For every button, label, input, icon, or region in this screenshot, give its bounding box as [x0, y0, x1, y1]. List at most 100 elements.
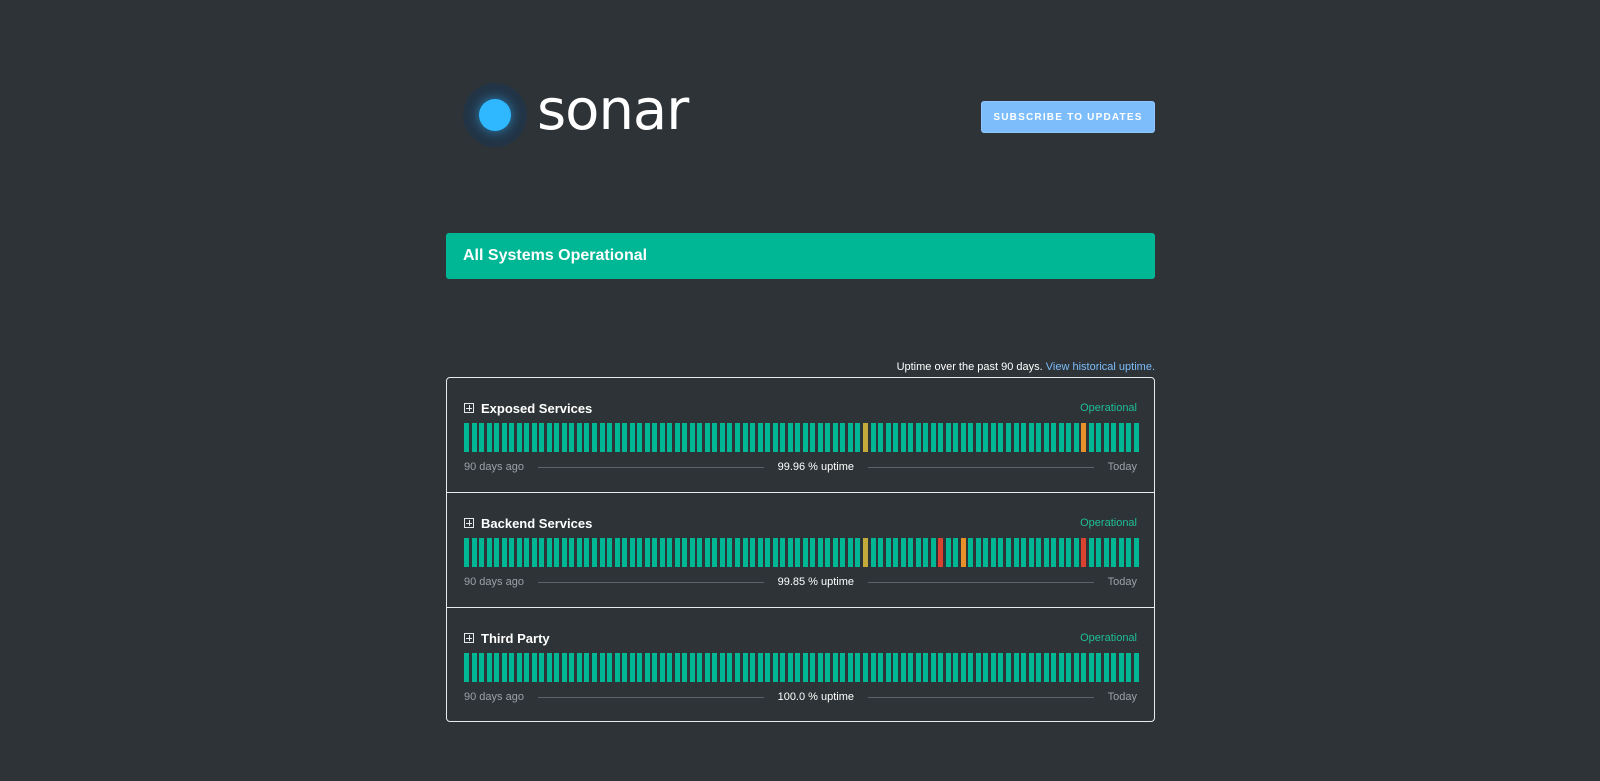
uptime-bar-day-79[interactable] — [1051, 423, 1057, 452]
uptime-bar-day-21[interactable] — [614, 538, 620, 567]
uptime-bar-day-19[interactable] — [599, 423, 605, 452]
uptime-bar-day-28[interactable] — [667, 423, 673, 452]
uptime-bar-day-17[interactable] — [584, 653, 590, 682]
uptime-bar-day-74[interactable] — [1013, 538, 1019, 567]
uptime-bar-day-71[interactable] — [990, 538, 996, 567]
uptime-bar-day-34[interactable] — [712, 423, 718, 452]
uptime-bar-day-61[interactable] — [915, 538, 921, 567]
uptime-bar-day-45[interactable] — [795, 423, 801, 452]
uptime-bar-day-75[interactable] — [1021, 423, 1027, 452]
uptime-bar-day-33[interactable] — [704, 538, 710, 567]
uptime-bar-day-39[interactable] — [750, 423, 756, 452]
uptime-bar-day-87[interactable] — [1111, 423, 1117, 452]
uptime-bar-day-77[interactable] — [1036, 423, 1042, 452]
uptime-bar-day-45[interactable] — [795, 538, 801, 567]
uptime-bar-day-66[interactable] — [953, 423, 959, 452]
uptime-bar-day-1[interactable] — [464, 423, 469, 452]
uptime-bar-day-63[interactable] — [930, 653, 936, 682]
uptime-bar-day-88[interactable] — [1118, 538, 1124, 567]
uptime-bar-day-13[interactable] — [554, 653, 560, 682]
uptime-bar-day-57[interactable] — [885, 538, 891, 567]
uptime-bar-day-69[interactable] — [975, 653, 981, 682]
uptime-bar-day-32[interactable] — [697, 538, 703, 567]
uptime-bar-day-18[interactable] — [591, 538, 597, 567]
uptime-bar-day-23[interactable] — [629, 653, 635, 682]
uptime-bar-day-5[interactable] — [494, 423, 500, 452]
uptime-bar-day-76[interactable] — [1028, 423, 1034, 452]
uptime-bar-day-70[interactable] — [983, 423, 989, 452]
uptime-bar-day-58[interactable] — [893, 653, 899, 682]
uptime-bar-day-59[interactable] — [900, 653, 906, 682]
uptime-bar-day-78[interactable] — [1043, 538, 1049, 567]
uptime-bar-day-68[interactable] — [968, 423, 974, 452]
uptime-bar-day-38[interactable] — [742, 423, 748, 452]
uptime-bar-day-36[interactable] — [727, 538, 733, 567]
uptime-bar-day-59[interactable] — [900, 538, 906, 567]
uptime-bar-day-49[interactable] — [825, 653, 831, 682]
uptime-bar-day-1[interactable] — [464, 653, 469, 682]
uptime-bar-day-64[interactable] — [938, 423, 944, 452]
uptime-bar-day-30[interactable] — [682, 653, 688, 682]
uptime-bar-day-7[interactable] — [509, 423, 515, 452]
uptime-bar-day-4[interactable] — [486, 538, 492, 567]
uptime-bar-day-50[interactable] — [832, 538, 838, 567]
uptime-bar-day-24[interactable] — [637, 538, 643, 567]
uptime-bar-day-10[interactable] — [531, 423, 537, 452]
uptime-bar-day-13[interactable] — [554, 423, 560, 452]
uptime-bar-day-56[interactable] — [878, 538, 884, 567]
uptime-bar-day-29[interactable] — [674, 653, 680, 682]
uptime-bar-day-76[interactable] — [1028, 538, 1034, 567]
uptime-bar-day-53[interactable] — [855, 538, 861, 567]
uptime-bar-day-15[interactable] — [569, 423, 575, 452]
uptime-bar-day-46[interactable] — [802, 538, 808, 567]
uptime-bar-day-83[interactable] — [1081, 653, 1087, 682]
uptime-bar-day-55[interactable] — [870, 423, 876, 452]
uptime-bar-day-74[interactable] — [1013, 423, 1019, 452]
uptime-bar-day-5[interactable] — [494, 653, 500, 682]
uptime-bar-day-70[interactable] — [983, 653, 989, 682]
uptime-bar-day-81[interactable] — [1066, 423, 1072, 452]
uptime-bar-day-85[interactable] — [1096, 653, 1102, 682]
uptime-bar-day-11[interactable] — [539, 423, 545, 452]
uptime-bar-day-33[interactable] — [704, 423, 710, 452]
uptime-bar-day-3[interactable] — [479, 423, 485, 452]
uptime-bar-day-61[interactable] — [915, 653, 921, 682]
sonar-logo[interactable]: sonar — [463, 83, 689, 147]
uptime-bar-day-28[interactable] — [667, 538, 673, 567]
uptime-bar-day-58[interactable] — [893, 423, 899, 452]
uptime-bar-day-3[interactable] — [479, 653, 485, 682]
uptime-bar-day-51[interactable] — [840, 423, 846, 452]
uptime-bar-day-9[interactable] — [524, 538, 530, 567]
uptime-bar-day-65[interactable] — [945, 538, 951, 567]
uptime-bar-day-68[interactable] — [968, 653, 974, 682]
uptime-bar-day-44[interactable] — [787, 423, 793, 452]
uptime-bar-day-54[interactable] — [862, 538, 868, 567]
expand-icon[interactable] — [464, 633, 474, 643]
uptime-bar-day-77[interactable] — [1036, 538, 1042, 567]
uptime-bar-day-72[interactable] — [998, 423, 1004, 452]
uptime-bar-day-3[interactable] — [479, 538, 485, 567]
uptime-bar-day-2[interactable] — [471, 423, 477, 452]
uptime-bar-day-39[interactable] — [750, 538, 756, 567]
uptime-bar-day-66[interactable] — [953, 538, 959, 567]
uptime-bar-day-56[interactable] — [878, 653, 884, 682]
uptime-bar-day-24[interactable] — [637, 423, 643, 452]
uptime-bar-day-90[interactable] — [1134, 423, 1139, 452]
uptime-bar-day-41[interactable] — [765, 653, 771, 682]
uptime-bar-day-14[interactable] — [561, 653, 567, 682]
uptime-bar-day-14[interactable] — [561, 423, 567, 452]
uptime-bar-day-46[interactable] — [802, 653, 808, 682]
uptime-bar-day-53[interactable] — [855, 653, 861, 682]
uptime-bar-day-80[interactable] — [1058, 538, 1064, 567]
uptime-bar-day-19[interactable] — [599, 653, 605, 682]
uptime-bar-day-35[interactable] — [719, 423, 725, 452]
uptime-bar-day-62[interactable] — [923, 423, 929, 452]
uptime-bar-day-90[interactable] — [1134, 653, 1139, 682]
uptime-bar-day-41[interactable] — [765, 423, 771, 452]
uptime-bar-day-24[interactable] — [637, 653, 643, 682]
uptime-bar-day-6[interactable] — [501, 538, 507, 567]
uptime-bar-day-45[interactable] — [795, 653, 801, 682]
uptime-bar-day-47[interactable] — [810, 653, 816, 682]
uptime-bar-day-30[interactable] — [682, 423, 688, 452]
uptime-bar-day-69[interactable] — [975, 423, 981, 452]
